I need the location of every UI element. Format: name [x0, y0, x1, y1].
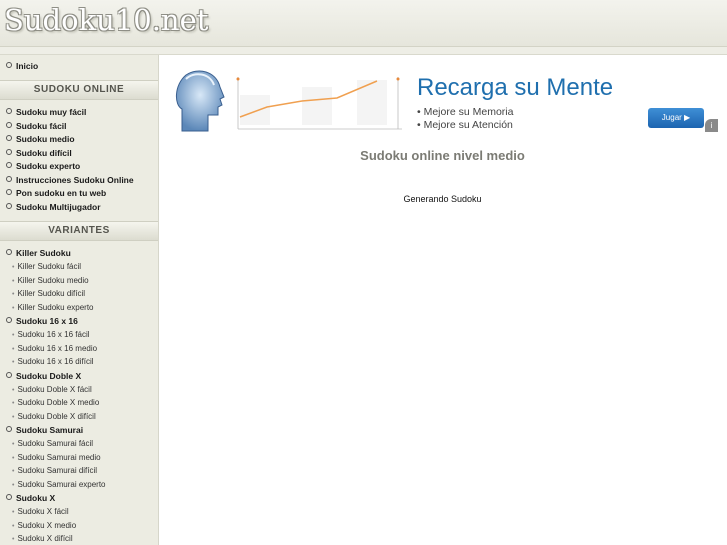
sidebar-sublink[interactable]: • Sudoku 16 x 16 difícil	[12, 357, 94, 366]
sidebar-heading-online: SUDOKU ONLINE	[0, 80, 158, 100]
circle-bullet-icon	[6, 108, 12, 114]
ad-play-button[interactable]: Jugar ▶	[648, 108, 704, 128]
sidebar-sublink[interactable]: • Sudoku Doble X fácil	[12, 385, 92, 394]
sidebar-link-experto[interactable]: Sudoku experto	[6, 161, 80, 171]
sidebar-sublink[interactable]: • Sudoku 16 x 16 medio	[12, 344, 97, 353]
sidebar: Inicio SUDOKU ONLINE Sudoku muy fácil Su…	[0, 55, 159, 545]
sidebar-sublink[interactable]: • Sudoku Doble X difícil	[12, 412, 96, 421]
sidebar-sublink[interactable]: • Killer Sudoku fácil	[12, 262, 81, 271]
sidebar-sublink[interactable]: • Killer Sudoku medio	[12, 276, 89, 285]
dot-bullet-icon: •	[12, 414, 15, 421]
circle-bullet-icon	[6, 203, 12, 209]
sidebar-sublink[interactable]: • Killer Sudoku difícil	[12, 289, 85, 298]
sidebar-sublink[interactable]: • Killer Sudoku experto	[12, 303, 94, 312]
dot-bullet-icon: •	[12, 387, 15, 394]
dot-bullet-icon: •	[12, 441, 15, 448]
circle-bullet-icon	[6, 162, 12, 168]
dot-bullet-icon: •	[12, 509, 15, 516]
sidebar-link-killer[interactable]: Killer Sudoku	[6, 248, 71, 258]
loading-status: Generando Sudoku	[403, 194, 482, 204]
sidebar-link-multijugador[interactable]: Sudoku Multijugador	[6, 202, 101, 212]
circle-bullet-icon	[6, 135, 12, 141]
circle-bullet-icon	[6, 494, 12, 500]
sidebar-sublink[interactable]: • Sudoku X fácil	[12, 507, 69, 516]
circle-bullet-icon	[6, 122, 12, 128]
circle-bullet-icon	[6, 189, 12, 195]
sidebar-sublink[interactable]: • Sudoku X difícil	[12, 534, 73, 543]
dot-bullet-icon: •	[12, 455, 15, 462]
sidebar-link-instrucciones[interactable]: Instrucciones Sudoku Online	[6, 175, 134, 185]
dot-bullet-icon: •	[12, 264, 15, 271]
sidebar-sublink[interactable]: • Sudoku 16 x 16 fácil	[12, 330, 90, 339]
sidebar-link-sudoku-x[interactable]: Sudoku X	[6, 493, 55, 503]
dot-bullet-icon: •	[12, 305, 15, 312]
dot-bullet-icon: •	[12, 278, 15, 285]
circle-bullet-icon	[6, 249, 12, 255]
sidebar-link-dificil[interactable]: Sudoku difícil	[6, 148, 72, 158]
circle-bullet-icon	[6, 62, 12, 68]
sidebar-sublink[interactable]: • Sudoku Samurai difícil	[12, 466, 97, 475]
sidebar-link-muy-facil[interactable]: Sudoku muy fácil	[6, 107, 86, 117]
header-divider	[0, 47, 727, 55]
sidebar-sublink[interactable]: • Sudoku Samurai fácil	[12, 439, 93, 448]
sidebar-link-medio[interactable]: Sudoku medio	[6, 134, 75, 144]
dot-bullet-icon: •	[12, 536, 15, 543]
circle-bullet-icon	[6, 317, 12, 323]
sidebar-sublink[interactable]: • Sudoku Samurai experto	[12, 480, 106, 489]
dot-bullet-icon: •	[12, 359, 15, 366]
sidebar-sublink[interactable]: • Sudoku Doble X medio	[12, 398, 99, 407]
ad-benefit-2: • Mejore su Atención	[417, 119, 513, 131]
ad-banner[interactable]: Recarga su Mente • Mejore su Memoria • M…	[172, 65, 720, 137]
circle-bullet-icon	[6, 149, 12, 155]
dot-bullet-icon: •	[12, 400, 15, 407]
page-title: Sudoku online nivel medio	[360, 148, 525, 163]
sidebar-link-facil[interactable]: Sudoku fácil	[6, 121, 67, 131]
circle-bullet-icon	[6, 426, 12, 432]
sidebar-heading-variants: VARIANTES	[0, 221, 158, 241]
ad-benefit-1: • Mejore su Memoria	[417, 106, 514, 118]
sidebar-link-samurai[interactable]: Sudoku Samurai	[6, 425, 83, 435]
dot-bullet-icon: •	[12, 482, 15, 489]
site-header: Sudoku10.net	[0, 0, 727, 47]
sidebar-sublink[interactable]: • Sudoku X medio	[12, 521, 76, 530]
circle-bullet-icon	[6, 176, 12, 182]
brain-chart-illustration	[176, 70, 402, 132]
sidebar-sublink[interactable]: • Sudoku Samurai medio	[12, 453, 101, 462]
dot-bullet-icon: •	[12, 291, 15, 298]
sidebar-link-16x16[interactable]: Sudoku 16 x 16	[6, 316, 78, 326]
ad-title: Recarga su Mente	[417, 74, 614, 101]
dot-bullet-icon: •	[12, 332, 15, 339]
circle-bullet-icon	[6, 372, 12, 378]
dot-bullet-icon: •	[12, 346, 15, 353]
sidebar-link-home[interactable]: Inicio	[6, 61, 38, 71]
dot-bullet-icon: •	[12, 468, 15, 475]
dot-bullet-icon: •	[12, 523, 15, 530]
ad-info-icon[interactable]: i	[705, 119, 718, 132]
sidebar-link-pon-sudoku[interactable]: Pon sudoku en tu web	[6, 188, 106, 198]
sidebar-link-doble-x[interactable]: Sudoku Doble X	[6, 371, 81, 381]
site-logo[interactable]: Sudoku10.net	[4, 3, 208, 37]
